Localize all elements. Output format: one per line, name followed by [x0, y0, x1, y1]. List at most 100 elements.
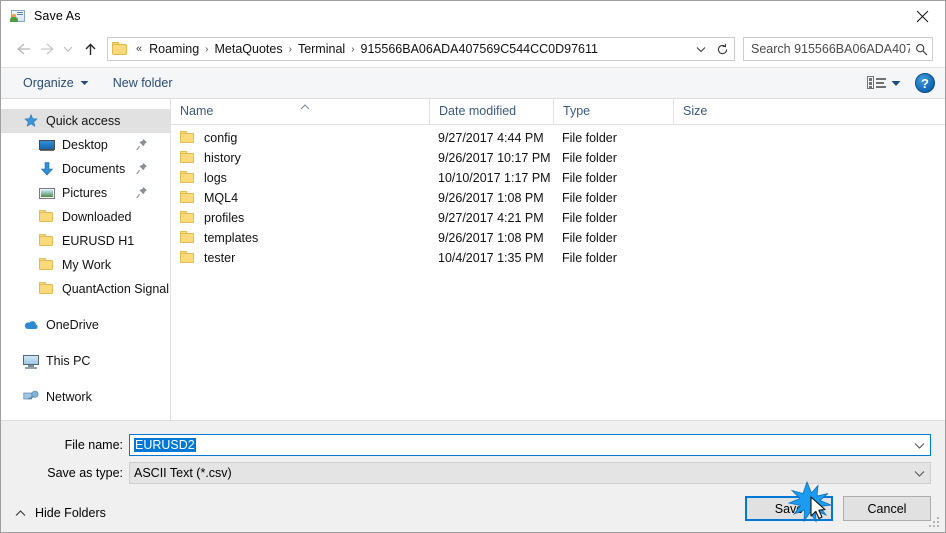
folder-icon [39, 281, 55, 297]
up-arrow-icon[interactable] [77, 37, 103, 61]
file-date: 9/26/2017 1:08 PM [438, 191, 544, 205]
folder-icon [180, 230, 196, 246]
table-row[interactable]: tester 10/4/2017 1:35 PM File folder [171, 248, 945, 268]
sidebar-item-quick-access[interactable]: Quick access [1, 109, 170, 133]
save-as-type-value: ASCII Text (*.csv) [134, 466, 232, 480]
file-date: 9/26/2017 10:17 PM [438, 151, 551, 165]
column-header-label: Type [563, 104, 591, 118]
recent-locations-chevron-icon[interactable] [59, 37, 77, 61]
file-date: 9/27/2017 4:44 PM [438, 131, 544, 145]
column-header-size[interactable]: Size [673, 99, 753, 124]
breadcrumb-item-roaming[interactable]: Roaming [145, 40, 203, 58]
file-type: File folder [562, 211, 617, 225]
chevron-down-icon[interactable] [908, 463, 930, 483]
file-date: 10/4/2017 1:35 PM [438, 251, 544, 265]
sidebar-item-label: QuantAction Signal [62, 282, 170, 296]
column-header-type[interactable]: Type [553, 99, 673, 124]
documents-icon [39, 161, 55, 177]
organize-button[interactable]: Organize [17, 73, 95, 93]
save-as-dialog: Save As « Roaming › MetaQuotes › Termina… [0, 0, 946, 533]
table-row[interactable]: logs 10/10/2017 1:17 PM File folder [171, 168, 945, 188]
breadcrumb-item-terminal-id[interactable]: 915566BA06ADA407569C544CC0D97611 [357, 40, 691, 58]
chevron-down-icon[interactable] [691, 38, 711, 60]
column-header-name[interactable]: Name [171, 99, 429, 124]
file-name-cell: logs [171, 170, 429, 186]
desktop-icon [39, 137, 55, 153]
sidebar-item-label: Desktop [62, 138, 108, 152]
refresh-icon[interactable] [711, 37, 735, 61]
breadcrumb-separator-icon[interactable]: › [349, 44, 356, 55]
file-name-selected-text: EURUSD2 [134, 438, 196, 452]
file-name-input[interactable]: EURUSD2 [129, 434, 931, 456]
help-label: ? [921, 75, 929, 91]
breadcrumb-separator-icon[interactable]: › [287, 44, 294, 55]
chevron-down-icon[interactable] [908, 435, 930, 455]
file-type: File folder [562, 231, 617, 245]
sidebar-item-pictures[interactable]: Pictures [1, 181, 170, 205]
network-icon [23, 389, 39, 405]
save-as-type-select[interactable]: ASCII Text (*.csv) [129, 462, 931, 484]
pin-icon[interactable] [136, 162, 148, 175]
sidebar-item-label: Downloaded [62, 210, 132, 224]
view-options-icon[interactable] [867, 75, 887, 91]
save-as-type-label: Save as type: [47, 466, 123, 480]
pin-icon[interactable] [136, 186, 148, 199]
new-folder-label: New folder [112, 76, 173, 90]
new-folder-button[interactable]: New folder [107, 73, 179, 93]
table-row[interactable]: history 9/26/2017 10:17 PM File folder [171, 148, 945, 168]
search-placeholder: Search 915566BA06ADA40756... [751, 42, 910, 56]
table-row[interactable]: profiles 9/27/2017 4:21 PM File folder [171, 208, 945, 228]
file-date: 9/27/2017 4:21 PM [438, 211, 544, 225]
chevron-down-icon[interactable] [891, 80, 901, 87]
back-arrow-icon[interactable] [11, 37, 35, 61]
sidebar-item-label: OneDrive [46, 318, 99, 332]
breadcrumb-separator-icon[interactable]: › [203, 44, 210, 55]
resize-grip[interactable] [929, 517, 941, 529]
sidebar-item-documents[interactable]: Documents [1, 157, 170, 181]
hide-folders-button[interactable]: Hide Folders [15, 506, 106, 520]
forward-arrow-icon[interactable] [35, 37, 59, 61]
onedrive-cloud-icon [23, 317, 39, 333]
cancel-button[interactable]: Cancel [843, 496, 931, 521]
table-row[interactable]: templates 9/26/2017 1:08 PM File folder [171, 228, 945, 248]
file-name: templates [204, 231, 259, 245]
table-row[interactable]: config 9/27/2017 4:44 PM File folder [171, 128, 945, 148]
file-date: 10/10/2017 1:17 PM [438, 171, 551, 185]
file-type: File folder [562, 191, 617, 205]
sidebar-item-downloaded[interactable]: Downloaded [1, 205, 170, 229]
search-icon[interactable] [910, 38, 932, 60]
folder-icon [180, 190, 196, 206]
breadcrumb-item-metaquotes[interactable]: MetaQuotes [211, 40, 287, 58]
sidebar-item-this-pc[interactable]: This PC [1, 349, 170, 373]
table-row[interactable]: MQL4 9/26/2017 1:08 PM File folder [171, 188, 945, 208]
sidebar-item-onedrive[interactable]: OneDrive [1, 313, 170, 337]
sidebar-item-network[interactable]: Network [1, 385, 170, 409]
column-header-date-modified[interactable]: Date modified [429, 99, 553, 124]
sidebar-item-quantaction-signal[interactable]: QuantAction Signal [1, 277, 170, 301]
save-button[interactable]: Save [745, 496, 833, 521]
address-bar[interactable]: « Roaming › MetaQuotes › Terminal › 9155… [107, 37, 712, 61]
folder-icon [180, 130, 196, 146]
breadcrumb-item-terminal[interactable]: Terminal [294, 40, 349, 58]
folder-icon [39, 209, 55, 225]
file-name: config [204, 131, 238, 145]
sidebar-item-my-work[interactable]: My Work [1, 253, 170, 277]
command-toolbar: Organize New folder ? [1, 67, 945, 99]
this-pc-icon [23, 353, 39, 369]
help-icon[interactable]: ? [915, 73, 935, 93]
pin-icon[interactable] [136, 138, 148, 151]
search-input[interactable]: Search 915566BA06ADA40756... [743, 37, 933, 61]
sidebar-item-eurusd-h1[interactable]: EURUSD H1 [1, 229, 170, 253]
file-date: 9/26/2017 1:08 PM [438, 231, 544, 245]
file-type: File folder [562, 151, 617, 165]
file-name-cell: templates [171, 230, 429, 246]
sidebar-item-desktop[interactable]: Desktop [1, 133, 170, 157]
folder-icon [180, 210, 196, 226]
file-name-cell: history [171, 150, 429, 166]
close-icon[interactable] [899, 1, 945, 31]
breadcrumb-overflow[interactable]: « [133, 43, 145, 55]
dialog-footer: File name: EURUSD2 Save as type: ASCII T… [1, 420, 945, 532]
sidebar-item-label: Quick access [46, 114, 121, 128]
file-type: File folder [562, 131, 617, 145]
